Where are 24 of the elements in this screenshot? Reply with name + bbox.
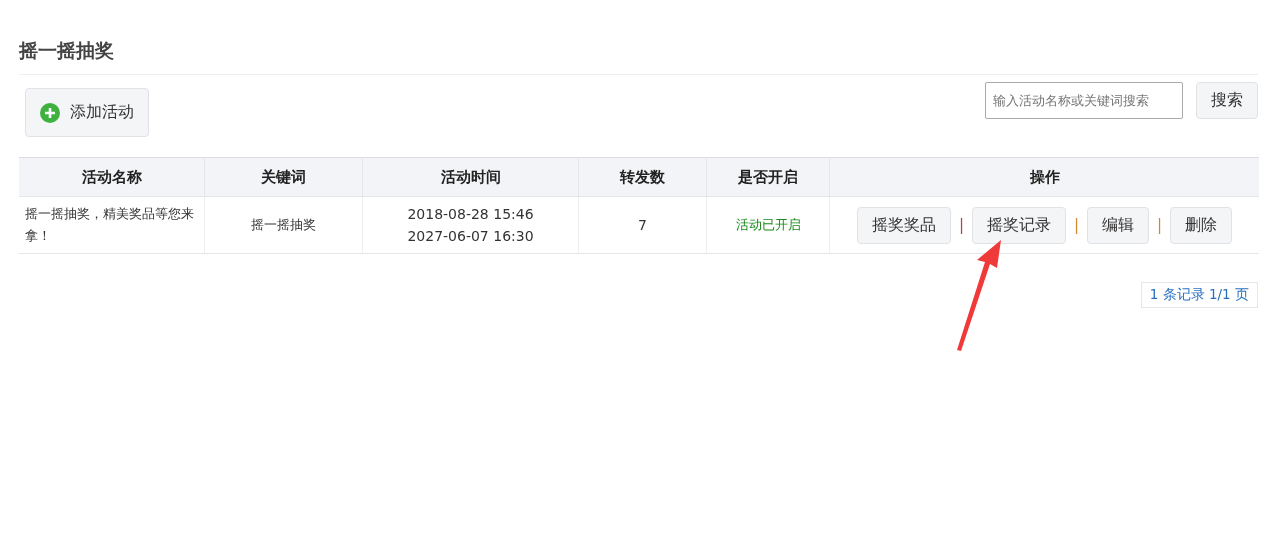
pagination-info: 1 条记录 1/1 页 (1140, 282, 1258, 308)
column-header: 转发数 (578, 157, 707, 197)
column-header: 操作 (829, 157, 1259, 197)
column-header: 关键词 (204, 157, 363, 197)
column-header: 是否开启 (706, 157, 830, 197)
add-activity-button[interactable]: 添加活动 (25, 88, 149, 137)
separator: | (1157, 216, 1163, 234)
action-button[interactable]: 摇奖奖品 (856, 206, 951, 244)
action-button[interactable]: 摇奖记录 (971, 206, 1066, 244)
table-cell: 摇一摇抽奖 (204, 196, 363, 254)
table-cell: 2018-08-28 15:46 2027-06-07 16:30 (407, 206, 534, 244)
column-header: 活动时间 (362, 157, 579, 197)
table-cell: 摇一摇抽奖，精美奖品等您来拿！ (19, 196, 205, 254)
table-cell: 7 (578, 196, 707, 254)
separator: | (958, 216, 964, 234)
separator: | (1073, 216, 1080, 234)
status-text: 活动已开启 (706, 196, 830, 254)
column-header: 活动名称 (19, 157, 205, 197)
search-field[interactable]: 输入活动名称或关键词搜索 (985, 82, 1183, 119)
plus-circle-icon (40, 102, 60, 123)
action-button[interactable]: 编辑 (1087, 206, 1150, 244)
action-button[interactable]: 删除 (1170, 206, 1233, 244)
page-title: 摇一摇抽奖 (19, 0, 1258, 75)
search-button[interactable]: 搜索 (1196, 82, 1258, 119)
